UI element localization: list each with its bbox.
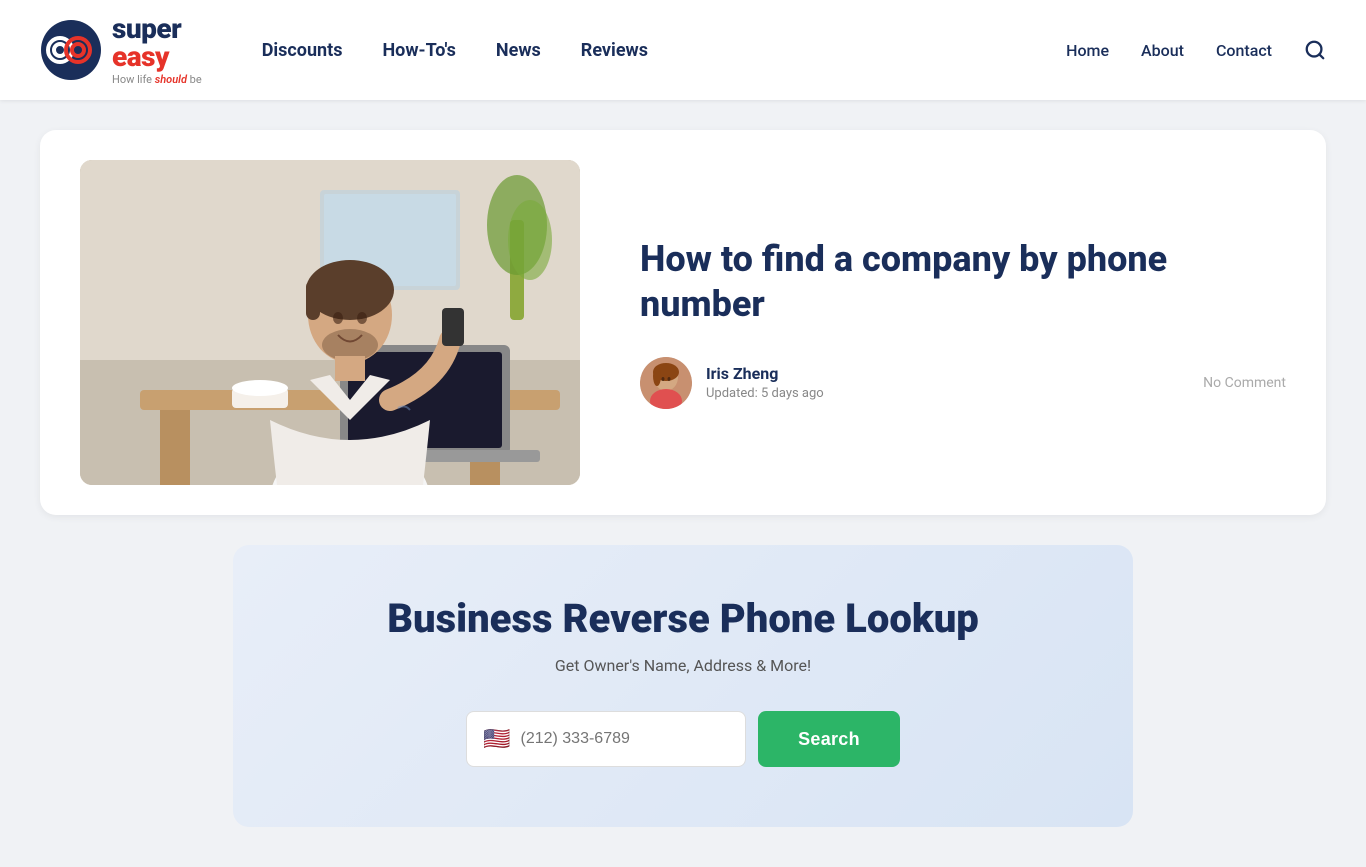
main-content: How to find a company by phone number bbox=[0, 100, 1366, 867]
lookup-widget: Business Reverse Phone Lookup Get Owner'… bbox=[233, 545, 1133, 827]
author-name: Iris Zheng bbox=[706, 364, 824, 383]
lookup-form: 🇺🇸 Search bbox=[273, 711, 1093, 767]
no-comment-label: No Comment bbox=[1203, 375, 1286, 391]
author-avatar-svg bbox=[640, 357, 692, 409]
search-icon bbox=[1304, 39, 1326, 61]
logo-brand: super easy bbox=[112, 15, 202, 71]
lookup-title: Business Reverse Phone Lookup bbox=[273, 595, 1093, 642]
search-button[interactable]: Search bbox=[758, 711, 900, 767]
logo-icon bbox=[40, 19, 102, 81]
article-image-svg bbox=[80, 160, 580, 485]
author-row: Iris Zheng Updated: 5 days ago No Commen… bbox=[640, 357, 1286, 409]
nav-discounts[interactable]: Discounts bbox=[262, 40, 343, 61]
article-info: How to find a company by phone number bbox=[640, 237, 1286, 409]
header-right: Home About Contact bbox=[1066, 39, 1326, 61]
nav-contact[interactable]: Contact bbox=[1216, 41, 1272, 60]
phone-input-wrapper: 🇺🇸 bbox=[466, 711, 746, 767]
nav-reviews[interactable]: Reviews bbox=[581, 40, 648, 61]
article-title: How to find a company by phone number bbox=[640, 237, 1286, 327]
site-header: super easy How life should be Discounts … bbox=[0, 0, 1366, 100]
author-meta: Iris Zheng Updated: 5 days ago bbox=[706, 364, 824, 401]
flag-icon: 🇺🇸 bbox=[483, 727, 510, 752]
lookup-subtitle: Get Owner's Name, Address & More! bbox=[273, 656, 1093, 675]
nav-home[interactable]: Home bbox=[1066, 41, 1109, 60]
main-navigation: Discounts How-To's News Reviews bbox=[262, 40, 1066, 61]
article-image bbox=[80, 160, 580, 485]
logo-tagline: How life should be bbox=[112, 73, 202, 86]
article-card: How to find a company by phone number bbox=[40, 130, 1326, 515]
nav-about[interactable]: About bbox=[1141, 41, 1184, 60]
search-icon-button[interactable] bbox=[1304, 39, 1326, 61]
nav-news[interactable]: News bbox=[496, 40, 541, 61]
phone-input[interactable] bbox=[520, 730, 729, 748]
nav-howtos[interactable]: How-To's bbox=[382, 40, 455, 61]
author-updated: Updated: 5 days ago bbox=[706, 386, 824, 401]
logo[interactable]: super easy How life should be bbox=[40, 15, 202, 86]
author-avatar bbox=[640, 357, 692, 409]
